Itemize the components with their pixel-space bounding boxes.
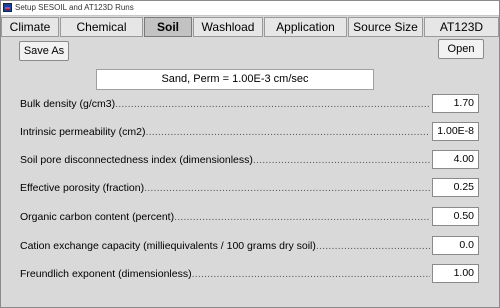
tab-application[interactable]: Application: [264, 17, 347, 37]
freundlich-exponent-input[interactable]: 1.00: [432, 264, 479, 283]
field-row-organic-carbon: Organic carbon content (percent) 0.50: [20, 207, 480, 227]
tab-washload[interactable]: Washload: [193, 17, 263, 37]
setup-window: Setup SESOIL and AT123D Runs Climate Che…: [0, 0, 500, 308]
field-label: Effective porosity (fraction): [20, 181, 430, 195]
field-label: Cation exchange capacity (milliequivalen…: [20, 239, 430, 253]
field-label: Bulk density (g/cm3): [20, 97, 430, 111]
field-row-cation-exchange: Cation exchange capacity (milliequivalen…: [20, 236, 480, 256]
field-row-bulk-density: Bulk density (g/cm3) 1.70: [20, 94, 480, 114]
field-label: Freundlich exponent (dimensionless): [20, 267, 430, 281]
tab-soil[interactable]: Soil: [144, 17, 192, 37]
intrinsic-permeability-input[interactable]: 1.00E-8: [432, 122, 479, 141]
organic-carbon-input[interactable]: 0.50: [432, 207, 479, 226]
field-row-effective-porosity: Effective porosity (fraction) 0.25: [20, 178, 480, 198]
pore-disconnectedness-input[interactable]: 4.00: [432, 150, 479, 169]
field-row-intrinsic-permeability: Intrinsic permeability (cm2) 1.00E-8: [20, 122, 480, 142]
field-label: Intrinsic permeability (cm2): [20, 125, 430, 139]
tab-at123d[interactable]: AT123D: [424, 17, 499, 37]
open-button[interactable]: Open: [438, 39, 484, 59]
field-label: Organic carbon content (percent): [20, 210, 430, 224]
tab-bar: Climate Chemical Soil Washload Applicati…: [1, 16, 499, 38]
title-bar[interactable]: Setup SESOIL and AT123D Runs: [1, 1, 499, 16]
field-row-pore-disconnectedness: Soil pore disconnectedness index (dimens…: [20, 150, 480, 170]
window-title: Setup SESOIL and AT123D Runs: [15, 3, 134, 12]
soil-description-field[interactable]: Sand, Perm = 1.00E-3 cm/sec: [96, 69, 374, 90]
tab-climate[interactable]: Climate: [1, 17, 59, 37]
bulk-density-input[interactable]: 1.70: [432, 94, 479, 113]
field-label: Soil pore disconnectedness index (dimens…: [20, 153, 430, 167]
app-icon: [3, 3, 12, 12]
field-row-freundlich-exponent: Freundlich exponent (dimensionless) 1.00: [20, 264, 480, 284]
save-as-button[interactable]: Save As: [19, 41, 69, 61]
cation-exchange-input[interactable]: 0.0: [432, 236, 479, 255]
effective-porosity-input[interactable]: 0.25: [432, 178, 479, 197]
tab-chemical[interactable]: Chemical: [60, 17, 143, 37]
tab-source-size[interactable]: Source Size: [348, 17, 423, 37]
